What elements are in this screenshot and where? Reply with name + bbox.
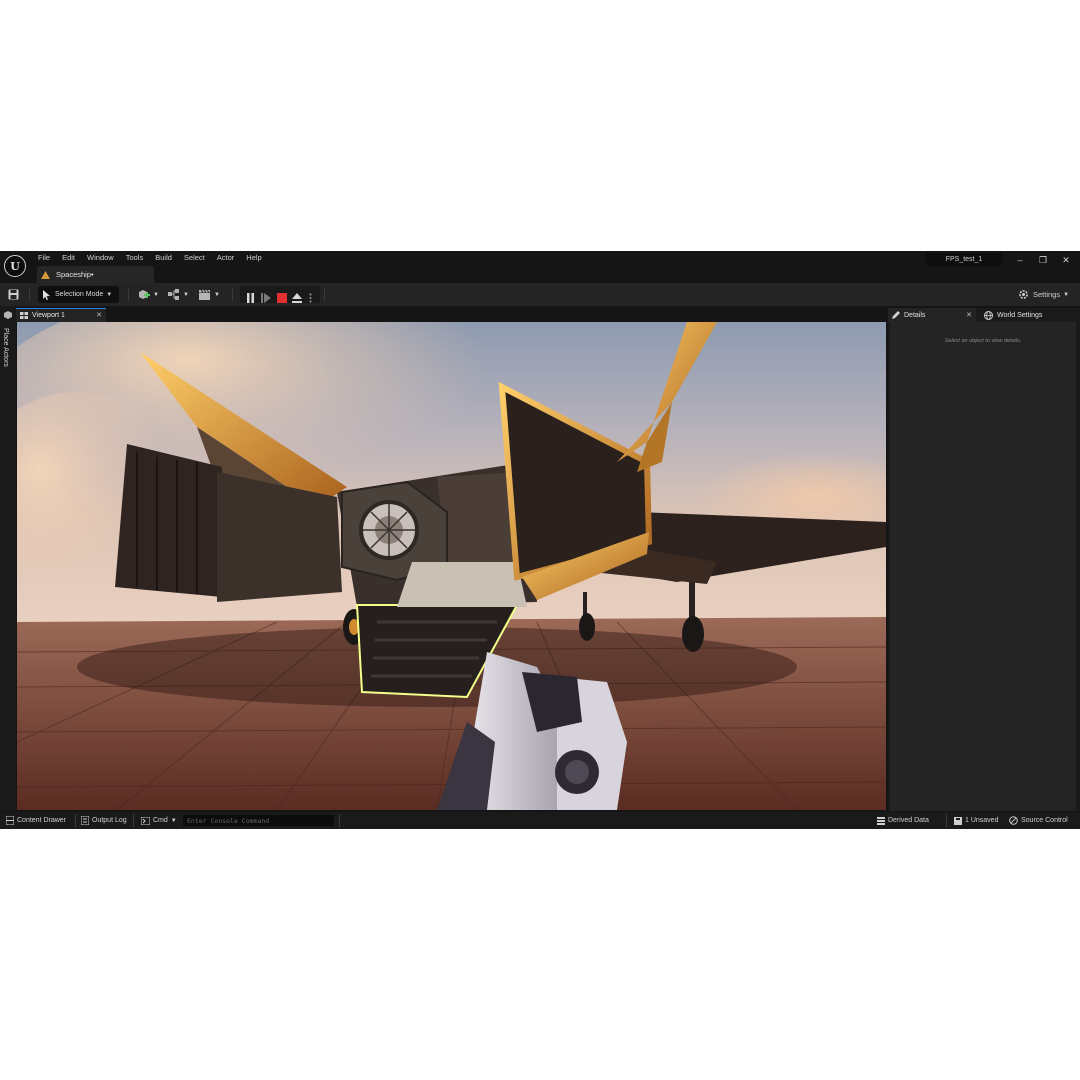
frame-skip-icon [261, 292, 271, 303]
cursor-icon [43, 289, 50, 300]
terminal-icon [141, 816, 150, 825]
level-viewport[interactable] [17, 322, 886, 810]
cinematics-button[interactable]: ▼ [199, 286, 220, 303]
unsaved-button[interactable]: 1 Unsaved [954, 814, 998, 827]
play-controls [240, 286, 320, 303]
play-options-button[interactable] [309, 289, 312, 306]
add-actor-button[interactable]: ▼ [138, 286, 159, 303]
project-name: FPS_test_1 [926, 253, 1002, 266]
content-drawer-icon [6, 816, 14, 825]
viewport-tab-label: Viewport 1 [32, 312, 65, 319]
chevron-down-icon: ▼ [1063, 291, 1070, 298]
main-menu: File Edit Window Tools Build Select Acto… [32, 252, 268, 263]
place-actors-icon [4, 311, 12, 319]
tab-viewport-1[interactable]: Viewport 1 ✕ [16, 308, 106, 322]
source-control-label: Source Control [1021, 817, 1068, 824]
restore-button[interactable]: ❐ [1036, 254, 1050, 266]
close-viewport-button[interactable]: ✕ [96, 309, 102, 322]
eject-button[interactable] [292, 289, 302, 306]
stop-button[interactable] [277, 289, 287, 306]
menu-file[interactable]: File [32, 252, 56, 263]
unreal-logo-icon[interactable]: U [4, 255, 26, 277]
source-control-icon [1009, 816, 1018, 825]
menu-tools[interactable]: Tools [120, 252, 150, 263]
derived-data-label: Derived Data [888, 817, 929, 824]
tab-details[interactable]: Details ✕ [888, 308, 976, 322]
level-tab-spaceship[interactable]: Spaceship• [37, 266, 154, 283]
status-bar: Content Drawer Output Log Cmd ▼ Enter Co… [0, 812, 1080, 829]
details-body: Select an object to view details. [890, 322, 1076, 811]
scene-render [17, 322, 886, 810]
chevron-down-icon: ▼ [183, 291, 189, 298]
selection-mode-label: Selection Mode [55, 291, 104, 298]
pause-icon [247, 292, 254, 303]
details-tab-label: Details [904, 311, 926, 319]
place-actors-strip[interactable]: Place Actors [0, 306, 16, 811]
minimize-button[interactable]: – [1013, 254, 1027, 266]
content-drawer-button[interactable]: Content Drawer [6, 814, 66, 827]
cmd-dropdown[interactable]: Cmd ▼ [141, 814, 177, 827]
console-command-input[interactable] [183, 815, 334, 826]
close-window-button[interactable]: ✕ [1059, 254, 1073, 266]
chevron-down-icon: ▼ [153, 291, 159, 298]
source-control-button[interactable]: Source Control [1009, 814, 1068, 827]
selection-mode-dropdown[interactable]: Selection Mode ▼ [38, 286, 119, 303]
blueprint-icon [168, 289, 179, 300]
chevron-down-icon: ▼ [106, 291, 113, 298]
details-panel: Details ✕ World Settings Select an objec… [888, 308, 1080, 811]
details-empty-message: Select an object to view details. [944, 338, 1022, 344]
level-tab-label: Spaceship• [56, 270, 94, 279]
add-cube-icon [139, 290, 150, 299]
output-log-icon [81, 816, 89, 825]
blueprint-button[interactable]: ▼ [168, 286, 189, 303]
derived-data-icon [877, 816, 885, 825]
main-toolbar: Selection Mode ▼ ▼ ▼ ▼ Settings ▼ [0, 283, 1080, 306]
more-vertical-icon [309, 293, 312, 302]
close-details-button[interactable]: ✕ [966, 311, 972, 319]
output-log-label: Output Log [92, 817, 127, 824]
eject-icon [292, 292, 302, 303]
menu-build[interactable]: Build [149, 252, 178, 263]
chevron-down-icon: ▼ [170, 817, 177, 824]
tab-world-settings[interactable]: World Settings [980, 308, 1076, 322]
chevron-down-icon: ▼ [214, 291, 220, 298]
menu-window[interactable]: Window [81, 252, 120, 263]
world-settings-tab-label: World Settings [997, 311, 1043, 319]
clapperboard-icon [199, 289, 210, 300]
save-button[interactable] [8, 286, 19, 303]
stop-icon [277, 292, 287, 303]
unsaved-label: 1 Unsaved [965, 817, 999, 824]
unsaved-icon [954, 816, 962, 825]
settings-button[interactable]: Settings ▼ [1018, 286, 1069, 303]
pencil-icon [892, 311, 900, 319]
pause-button[interactable] [246, 289, 255, 306]
derived-data-button[interactable]: Derived Data [877, 814, 929, 827]
content-drawer-label: Content Drawer [17, 817, 67, 824]
place-actors-label: Place Actors [2, 328, 9, 367]
menu-help[interactable]: Help [240, 252, 267, 263]
cmd-label: Cmd [153, 817, 168, 824]
menu-select[interactable]: Select [178, 252, 211, 263]
menu-edit[interactable]: Edit [56, 252, 81, 263]
settings-label: Settings [1033, 290, 1061, 299]
title-bar: U File Edit Window Tools Build Select Ac… [0, 251, 1080, 283]
output-log-button[interactable]: Output Log [81, 814, 127, 827]
unreal-editor-window: U File Edit Window Tools Build Select Ac… [0, 251, 1080, 829]
save-icon [8, 289, 19, 300]
menu-actor[interactable]: Actor [211, 252, 241, 263]
globe-icon [984, 310, 993, 320]
frame-skip-button[interactable] [261, 289, 271, 306]
gear-icon [1019, 290, 1028, 299]
viewport-icon [20, 312, 28, 319]
level-icon [41, 270, 50, 279]
